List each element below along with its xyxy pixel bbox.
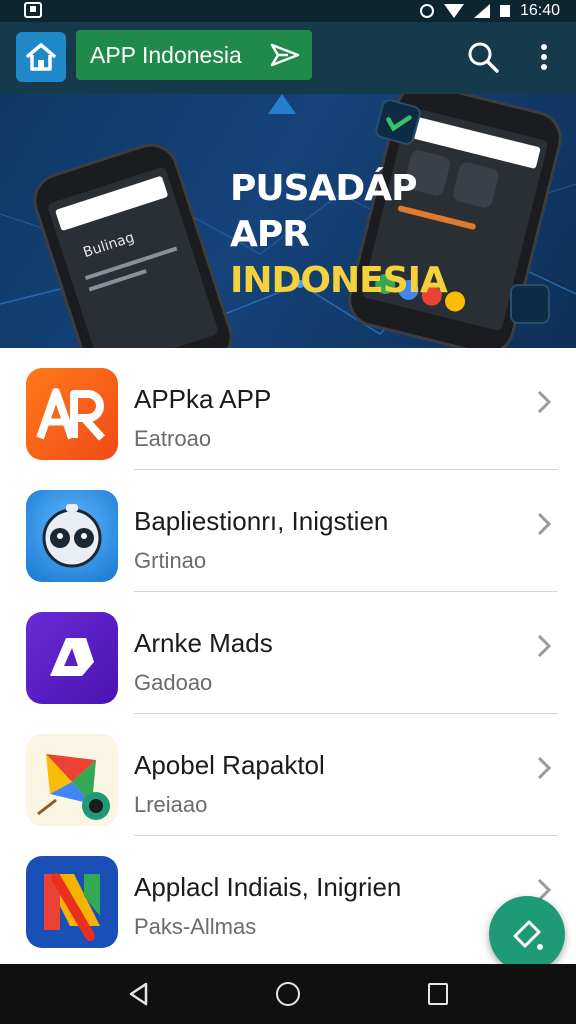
home-button[interactable] <box>16 32 66 82</box>
search-icon[interactable] <box>466 40 500 74</box>
banner-title-line2: INDONESIA <box>230 260 448 301</box>
status-icons: 16:40 <box>419 0 560 22</box>
purple-a-logo-icon <box>26 612 118 704</box>
app-name: APPka APP <box>134 384 272 414</box>
app-name: Apobel Rapaktol <box>134 750 325 780</box>
list-item[interactable]: APPka APP Eatroao <box>0 348 576 470</box>
list-item[interactable]: Bapliestionrı, Inigstien Grtinao <box>0 470 576 592</box>
app-title-chip[interactable]: APP Indonesia <box>76 30 312 80</box>
ar-logo-icon <box>26 368 118 460</box>
phone-left-text: Bulinag <box>81 229 137 262</box>
app-subtitle: Lreiaao <box>134 792 208 817</box>
signal-icon <box>473 4 490 18</box>
colorful-n-logo-icon <box>26 856 118 948</box>
hero-banner[interactable]: Bulinag PUSADÁP APR INDONESIA <box>0 94 576 348</box>
app-subtitle: Paks-Allmas <box>134 914 257 939</box>
app-subtitle: Grtinao <box>134 548 207 573</box>
banner-title: PUSADÁP APR INDONESIA <box>230 166 490 304</box>
wifi-icon <box>443 4 464 18</box>
fab-button[interactable] <box>489 896 565 972</box>
alarm-icon <box>419 4 434 18</box>
app-subtitle: Eatroao <box>134 426 212 451</box>
floating-app-icon <box>510 284 550 324</box>
status-time: 16:40 <box>519 2 560 19</box>
robot-face-icon <box>26 490 118 582</box>
list-item[interactable]: Arnke Mads Gadoao <box>0 592 576 714</box>
app-subtitle: Gadoao <box>134 670 213 695</box>
home-icon <box>26 43 56 71</box>
chevron-right-icon <box>537 756 552 780</box>
app-title: APP Indonesia <box>90 41 242 68</box>
app-list: APPka APP Eatroao Bapliestionrı, Inigsti… <box>0 348 576 958</box>
notification-icon <box>24 2 42 18</box>
chevron-right-icon <box>537 512 552 536</box>
chevron-right-icon <box>537 390 552 414</box>
system-nav-bar <box>0 964 576 1024</box>
app-name: Bapliestionrı, Inigstien <box>134 506 389 536</box>
chevron-right-icon <box>537 634 552 658</box>
recent-apps-icon[interactable] <box>428 983 448 1005</box>
app-bar: APP Indonesia <box>0 22 576 94</box>
colorful-kite-icon <box>26 734 118 826</box>
app-name: Arnke Mads <box>134 628 273 658</box>
status-bar: 16:40 <box>0 0 576 22</box>
app-name: Applacl Indiais, Inigrien <box>134 872 402 902</box>
banner-title-line1: PUSADÁP APR <box>230 168 418 255</box>
battery-icon <box>499 5 510 17</box>
home-circle-icon[interactable] <box>276 982 300 1006</box>
edit-tag-icon <box>513 920 543 950</box>
list-item[interactable]: Apobel Rapaktol Lreiaao <box>0 714 576 836</box>
send-icon <box>270 43 300 67</box>
more-vert-icon[interactable] <box>532 40 556 74</box>
back-icon[interactable] <box>126 981 152 1007</box>
